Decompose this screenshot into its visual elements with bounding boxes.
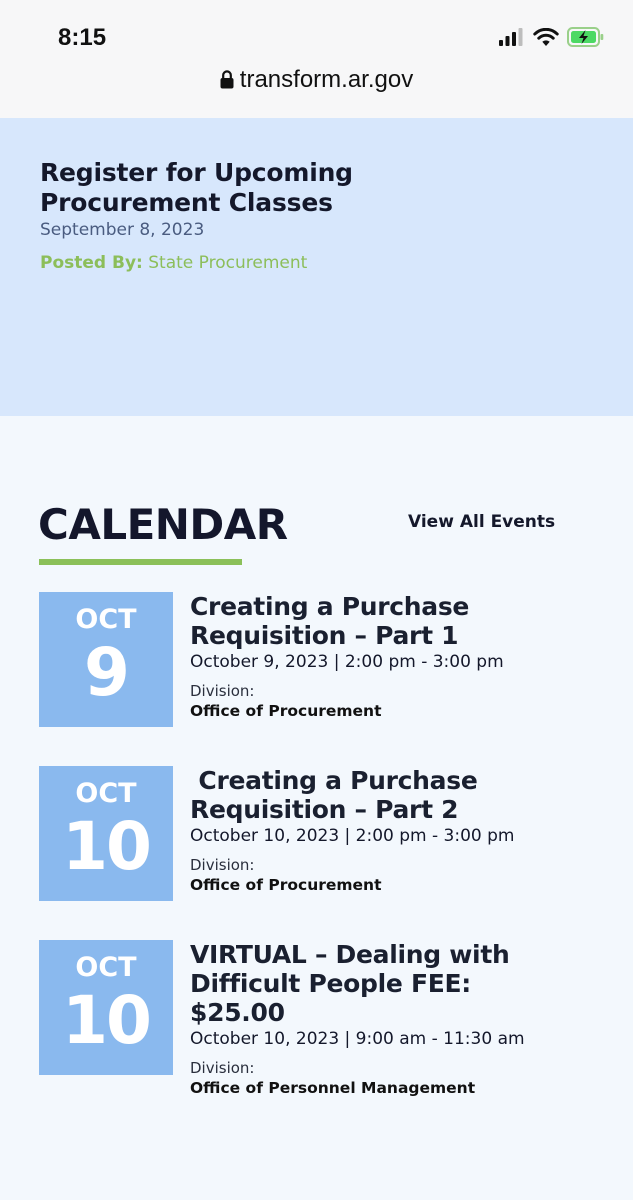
status-icons — [499, 27, 605, 47]
url-text: transform.ar.gov — [239, 66, 414, 93]
post-date: September 8, 2023 — [40, 220, 205, 240]
post-title[interactable]: Register for Upcoming Procurement Classe… — [40, 158, 380, 218]
event-month: OCT — [75, 604, 137, 635]
event-date-tile: OCT 9 — [39, 592, 173, 727]
event-month: OCT — [75, 778, 137, 809]
event-time: October 10, 2023 | 9:00 am - 11:30 am — [190, 1029, 525, 1049]
division-name: Office of Procurement — [190, 876, 382, 894]
posted-by-label: Posted By: — [40, 253, 143, 273]
view-all-events-link[interactable]: View All Events — [408, 512, 555, 532]
event-day: 9 — [84, 634, 130, 711]
posted-by: Posted By: State Procurement — [40, 253, 307, 273]
event-time: October 9, 2023 | 2:00 pm - 3:00 pm — [190, 652, 504, 672]
division-label: Division: — [190, 856, 255, 874]
battery-charging-icon — [567, 27, 604, 47]
cellular-signal-icon — [499, 28, 523, 46]
calendar-heading: CALENDAR — [38, 500, 288, 549]
status-time: 8:15 — [58, 24, 107, 51]
wifi-icon — [533, 27, 559, 46]
division-label: Division: — [190, 682, 255, 700]
event-title[interactable]: Creating a Purchase Requisition – Part 2 — [190, 766, 590, 824]
event-info: Creating a Purchase Requisition – Part 2… — [190, 766, 590, 894]
division-name: Office of Personnel Management — [190, 1079, 476, 1097]
event-date-tile: OCT 10 — [39, 940, 173, 1075]
division-name: Office of Procurement — [190, 702, 382, 720]
event-date-tile: OCT 10 — [39, 766, 173, 901]
event-info: VIRTUAL – Dealing with Difficult People … — [190, 940, 590, 1097]
event-day: 10 — [62, 808, 152, 885]
event-info: Creating a Purchase Requisition – Part 1… — [190, 592, 590, 720]
event-time: October 10, 2023 | 2:00 pm - 3:00 pm — [190, 826, 515, 846]
status-bar: 8:15 transform.ar.gov — [0, 0, 633, 119]
heading-underline — [39, 559, 242, 565]
event-month: OCT — [75, 952, 137, 983]
event-title[interactable]: VIRTUAL – Dealing with Difficult People … — [190, 940, 550, 1027]
posted-by-value: State Procurement — [148, 253, 308, 273]
lock-icon — [220, 70, 234, 89]
event-title[interactable]: Creating a Purchase Requisition – Part 1 — [190, 592, 590, 650]
event-day: 10 — [62, 982, 152, 1059]
post-banner: Register for Upcoming Procurement Classe… — [0, 118, 633, 416]
division-label: Division: — [190, 1059, 255, 1077]
url-bar[interactable]: transform.ar.gov — [0, 66, 633, 94]
